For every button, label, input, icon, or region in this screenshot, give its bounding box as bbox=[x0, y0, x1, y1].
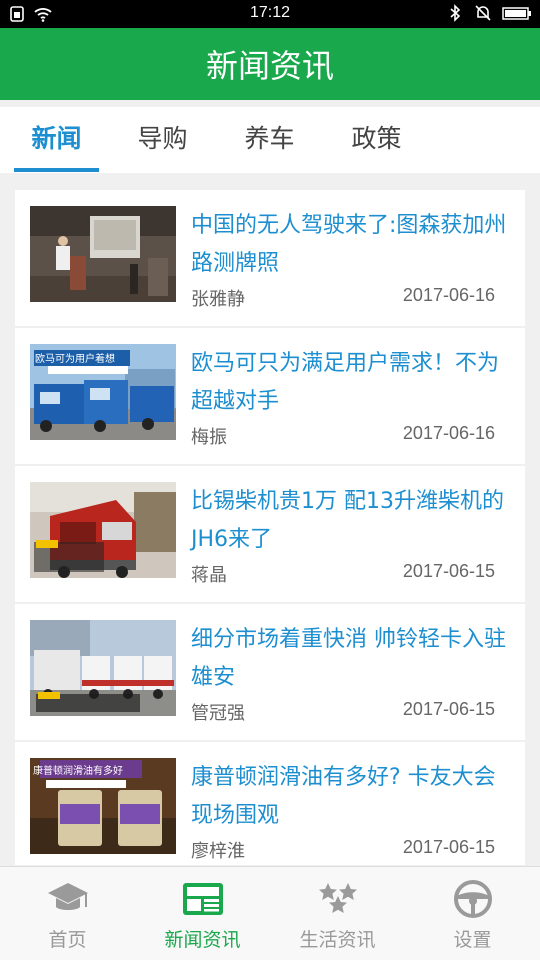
news-item[interactable]: 中国的无人驾驶来了:图森获加州路测牌照 张雅静 2017-06-16 bbox=[15, 190, 525, 326]
battery-icon bbox=[502, 7, 531, 20]
graduation-cap-icon bbox=[48, 883, 88, 910]
news-item[interactable]: 欧马可为用户着想 欧马可只为满足用户需求！不为超越对手 梅振 2017-06-1… bbox=[15, 328, 525, 464]
news-title: 细分市场着重快消 帅铃轻卡入驻雄安 bbox=[191, 627, 506, 690]
news-thumbnail bbox=[30, 482, 176, 578]
nav-label: 新闻资讯 bbox=[164, 929, 241, 951]
news-thumbnail bbox=[30, 206, 176, 302]
news-author: 管冠强 bbox=[191, 703, 245, 724]
bluetooth-icon bbox=[450, 4, 461, 22]
tab-news[interactable]: 新闻 bbox=[4, 107, 109, 173]
steering-wheel-icon bbox=[454, 880, 492, 918]
bottom-navigation: 首页 新闻资讯 生活资讯 设置 bbox=[0, 866, 540, 960]
news-item[interactable]: 比锡柴机贵1万 配13升潍柴机的JH6来了 蒋晶 2017-06-15 bbox=[15, 466, 525, 602]
nav-news[interactable]: 新闻资讯 bbox=[135, 867, 270, 960]
nav-label: 生活资讯 bbox=[299, 929, 376, 951]
news-title: 康普顿润滑油有多好? 卡友大会现场围观 bbox=[191, 765, 496, 828]
news-title: 欧马可只为满足用户需求！不为超越对手 bbox=[191, 351, 500, 414]
stars-icon bbox=[319, 883, 357, 913]
news-list[interactable]: 中国的无人驾驶来了:图森获加州路测牌照 张雅静 2017-06-16 欧马可为用 bbox=[15, 190, 525, 865]
news-date: 2017-06-16 bbox=[402, 423, 495, 443]
news-title: 比锡柴机贵1万 配13升潍柴机的JH6来了 bbox=[191, 489, 504, 552]
tab-shopping-guide[interactable]: 导购 bbox=[110, 107, 215, 173]
thumbnail-caption: 康普顿润滑油有多好 bbox=[33, 766, 123, 777]
news-author: 张雅静 bbox=[191, 289, 245, 310]
tab-car-care[interactable]: 养车 bbox=[217, 107, 322, 173]
status-right bbox=[446, 4, 532, 22]
nav-label: 设置 bbox=[453, 929, 492, 951]
nav-label: 首页 bbox=[48, 929, 87, 951]
news-date: 2017-06-16 bbox=[402, 285, 495, 305]
news-title: 中国的无人驾驶来了:图森获加州路测牌照 bbox=[191, 213, 507, 276]
news-thumbnail bbox=[30, 620, 176, 716]
page-title: 新闻资讯 bbox=[205, 47, 334, 85]
news-date: 2017-06-15 bbox=[402, 699, 495, 719]
news-date: 2017-06-15 bbox=[402, 837, 495, 857]
nav-settings[interactable]: 设置 bbox=[405, 867, 540, 960]
news-icon bbox=[183, 883, 223, 915]
news-item[interactable]: 康普顿润滑油有多好 康普顿润滑油有多好? 卡友大会现场围观 廖梓淮 2017-0… bbox=[15, 742, 525, 865]
active-tab-indicator bbox=[14, 168, 99, 172]
category-tabs: 新闻 导购 养车 政策 bbox=[0, 107, 540, 173]
news-author: 梅振 bbox=[191, 427, 227, 448]
news-item[interactable]: 细分市场着重快消 帅铃轻卡入驻雄安 管冠强 2017-06-15 bbox=[15, 604, 525, 740]
news-author: 蒋晶 bbox=[191, 565, 227, 586]
nav-life-info[interactable]: 生活资讯 bbox=[270, 867, 405, 960]
news-date: 2017-06-15 bbox=[402, 561, 495, 581]
mute-icon bbox=[475, 5, 491, 21]
app-header: 新闻资讯 bbox=[0, 28, 540, 100]
nav-home[interactable]: 首页 bbox=[0, 867, 135, 960]
thumbnail-caption: 欧马可为用户着想 bbox=[35, 354, 115, 365]
news-author: 廖梓淮 bbox=[191, 841, 245, 862]
tab-policy[interactable]: 政策 bbox=[324, 107, 429, 173]
status-bar: 17:12 bbox=[0, 0, 540, 28]
